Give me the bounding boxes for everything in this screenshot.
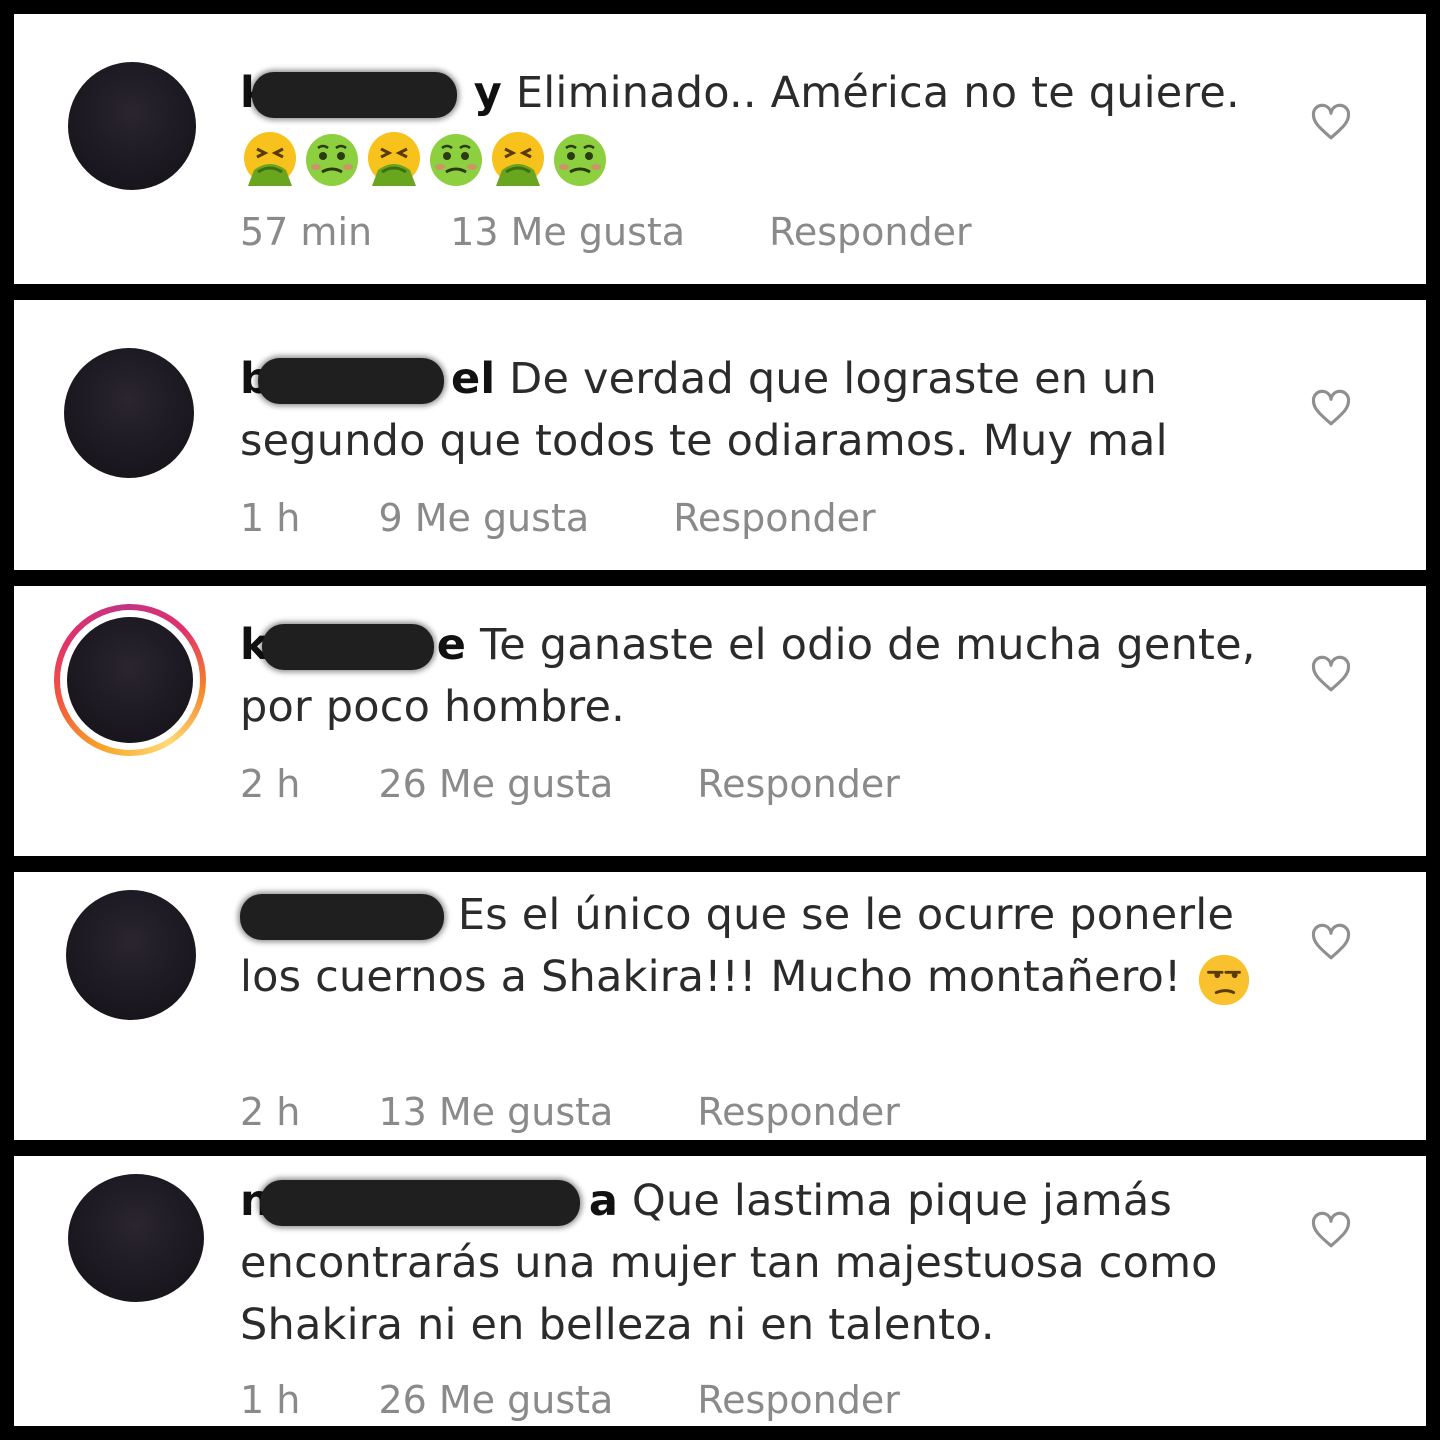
comment-meta: 1 h 26 Me gusta Responder [240,1378,900,1422]
heart-outline-icon[interactable] [1310,654,1352,694]
avatar[interactable] [64,348,194,478]
reply-button[interactable]: Responder [697,762,899,806]
vomiting-face-icon [244,131,296,186]
comment-body: ky Eliminado.. América no te quiere. [240,62,1260,188]
nauseated-face-icon [306,133,358,186]
comment-card: ky Eliminado.. América no te quiere. 57 … [14,14,1426,284]
nauseated-face-icon [430,133,482,186]
reply-button[interactable]: Responder [769,210,971,254]
comment-time: 1 h [240,1378,301,1422]
comment-meta: 57 min 13 Me gusta Responder [240,210,972,254]
comment-time: 2 h [240,762,301,806]
comment-body: ke Te ganaste el odio de mucha gente, po… [240,614,1260,738]
likes-count[interactable]: 9 Me gusta [378,496,589,540]
comment-card: b el De verdad que lograste en un segundo… [14,300,1426,570]
comment-card: Es el único que se le ocurre ponerle los… [14,872,1426,1140]
likes-count[interactable]: 26 Me gusta [378,762,613,806]
comment-username[interactable]: ke [240,614,466,676]
heart-outline-icon[interactable] [1310,1210,1352,1250]
comment-body: b el De verdad que lograste en un segundo… [240,348,1260,472]
comment-card: ke Te ganaste el odio de mucha gente, po… [14,586,1426,856]
heart-outline-icon[interactable] [1310,388,1352,428]
reply-button[interactable]: Responder [697,1090,899,1134]
emoji-row [240,131,612,186]
reply-button[interactable]: Responder [673,496,875,540]
comment-meta: 2 h 13 Me gusta Responder [240,1090,900,1134]
redacted-username-mask [258,358,444,404]
reply-button[interactable]: Responder [697,1378,899,1422]
comment-username[interactable]: b el [240,348,495,410]
unamused-face-icon [1199,954,1250,1005]
likes-count[interactable]: 13 Me gusta [450,210,685,254]
avatar[interactable] [66,890,196,1020]
likes-count[interactable]: 13 Me gusta [378,1090,613,1134]
comment-meta: 2 h 26 Me gusta Responder [240,762,900,806]
comment-username[interactable]: na [240,1170,618,1232]
comment-time: 2 h [240,1090,301,1134]
redacted-username-mask [240,894,444,940]
comment-username[interactable] [240,884,444,946]
avatar[interactable] [67,617,193,743]
comment-time: 57 min [240,210,373,254]
likes-count[interactable]: 26 Me gusta [378,1378,613,1422]
comment-card: na Que lastima pique jamás encontrarás u… [14,1156,1426,1426]
comment-time: 1 h [240,496,301,540]
avatar[interactable] [68,62,196,190]
comment-body: na Que lastima pique jamás encontrarás u… [240,1170,1260,1356]
avatar[interactable] [68,1174,204,1302]
comment-username[interactable]: ky [240,62,502,124]
vomiting-face-icon [368,131,420,186]
redacted-username-mask [262,624,434,670]
redacted-username-mask [252,72,457,118]
redacted-username-mask [260,1180,580,1226]
heart-outline-icon[interactable] [1310,102,1352,142]
comment-meta: 1 h 9 Me gusta Responder [240,496,876,540]
comment-text: Eliminado.. América no te quiere. [515,68,1240,118]
heart-outline-icon[interactable] [1310,922,1352,962]
vomiting-face-icon [492,131,544,186]
nauseated-face-icon [554,133,606,186]
comment-body: Es el único que se le ocurre ponerle los… [240,884,1260,1009]
